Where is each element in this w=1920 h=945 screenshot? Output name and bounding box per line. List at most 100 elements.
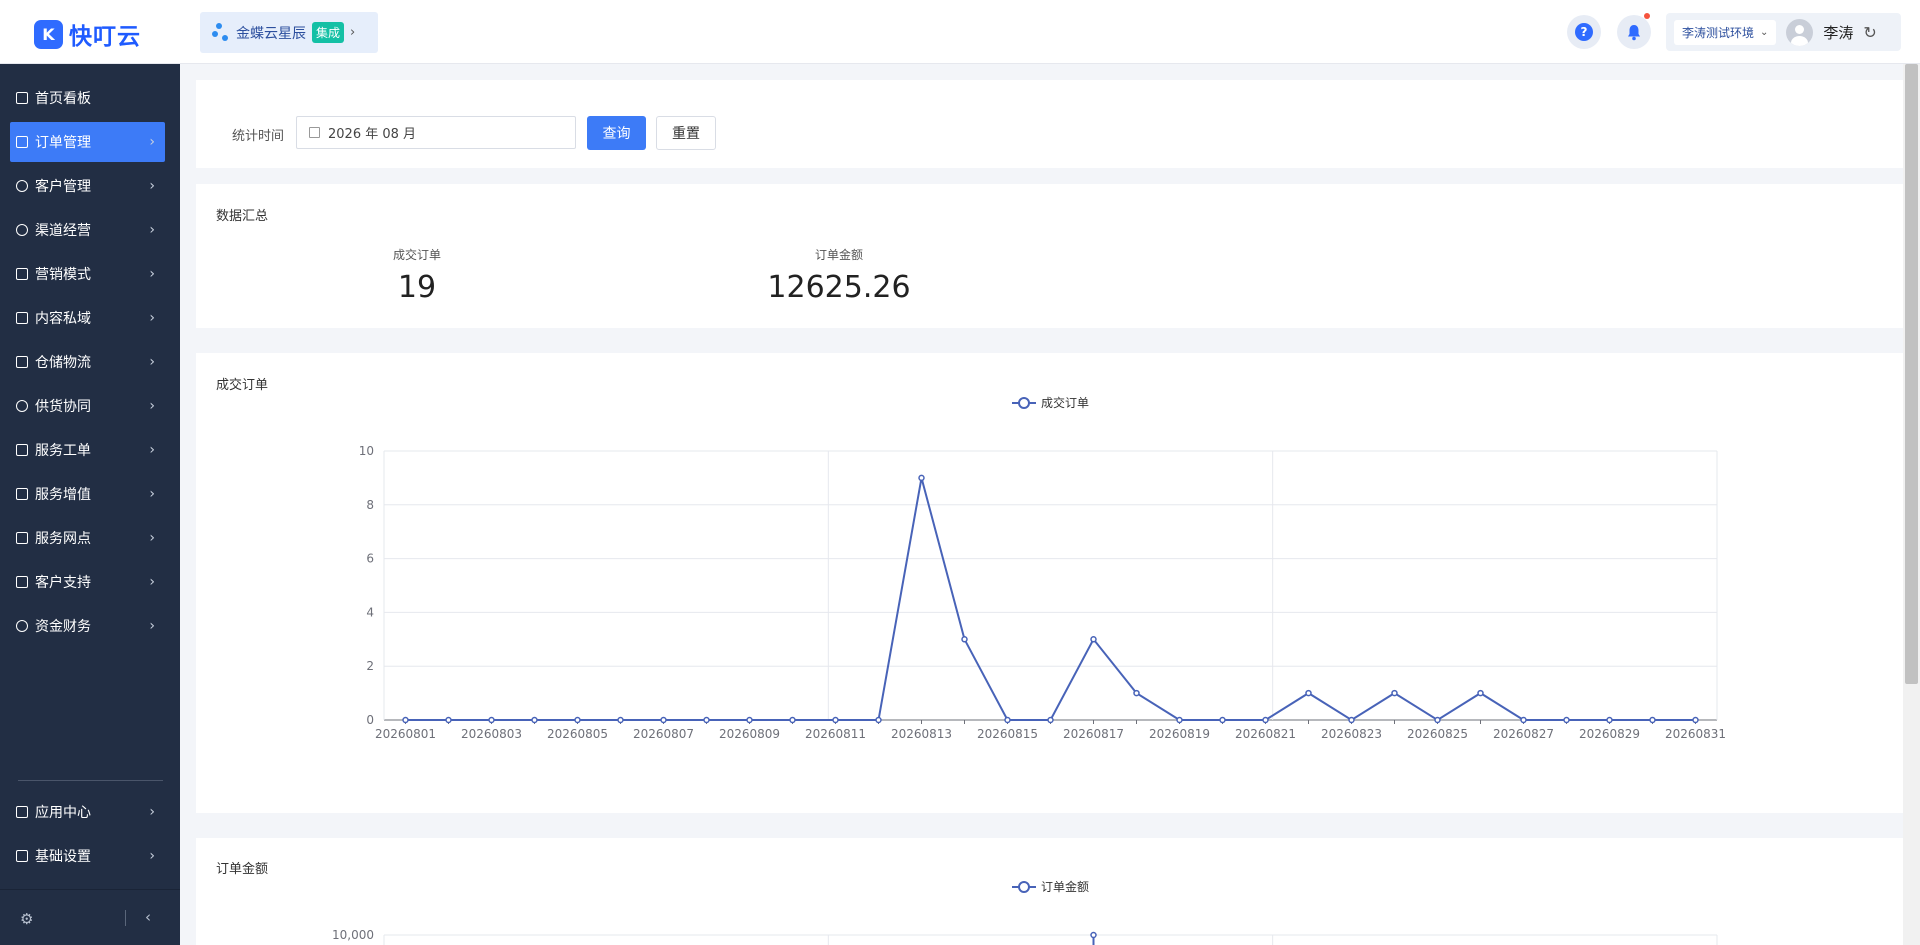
data-point	[1434, 716, 1441, 724]
chevron-right-icon: ›	[149, 848, 155, 864]
data-point	[1176, 716, 1183, 724]
environment-label: 李涛测试环境	[1682, 25, 1755, 40]
data-point	[961, 636, 968, 643]
collapse-sidebar-icon[interactable]: ‹	[145, 908, 151, 926]
data-point	[1219, 716, 1226, 724]
data-point	[1391, 689, 1398, 697]
data-point	[1692, 716, 1699, 724]
chevron-right-icon: ›	[149, 530, 155, 546]
y-tick-label: 10	[359, 444, 374, 458]
sidebar-item-dashboard[interactable]: 首页看板	[10, 78, 165, 118]
box-icon	[16, 356, 28, 368]
avatar[interactable]	[1786, 18, 1814, 46]
data-point	[1305, 689, 1312, 697]
y-tick-label: 8	[366, 498, 374, 512]
amount-chart-legend[interactable]: 订单金额	[1012, 878, 1089, 895]
gear-icon[interactable]: ⚙	[20, 910, 33, 928]
amount-line-chart: 10,000	[332, 928, 1718, 945]
sidebar-item-orders[interactable]: 订单管理 ›	[10, 122, 165, 162]
orders-chart-title: 成交订单	[216, 378, 269, 393]
data-point	[1133, 689, 1140, 697]
x-tick-label: 20260803	[461, 727, 522, 741]
chevron-right-icon: ›	[149, 266, 155, 282]
help-button[interactable]: ?	[1567, 15, 1601, 49]
x-tick-label: 20260823	[1321, 727, 1382, 741]
sidebar-item-label: 订单管理	[35, 135, 91, 151]
x-tick-label: 20260825	[1407, 727, 1468, 741]
sidebar-item-customers[interactable]: 客户管理 ›	[10, 166, 165, 206]
integration-badge: 集成	[312, 22, 345, 43]
data-point	[402, 716, 409, 724]
y-tick-label: 0	[366, 713, 374, 727]
chevron-right-icon: ›	[149, 222, 155, 238]
reset-button[interactable]: 重置	[656, 116, 716, 150]
bag-icon	[16, 488, 28, 500]
chevron-right-icon: ›	[149, 486, 155, 502]
sidebar: 首页看板 订单管理 › 客户管理 › 渠道经营 › 营销模式 › 内容私域 › …	[0, 64, 180, 945]
month-picker[interactable]: 2026 年 08 月	[296, 116, 576, 149]
query-button[interactable]: 查询	[587, 116, 646, 150]
data-point	[746, 716, 753, 724]
sidebar-item-support[interactable]: 客户支持 ›	[10, 562, 165, 602]
legend-label: 成交订单	[1041, 396, 1090, 410]
integration-name: 金蝶云星辰	[236, 25, 306, 42]
x-tick-label: 20260817	[1063, 727, 1124, 741]
x-tick-label: 20260811	[805, 727, 866, 741]
settings-icon	[16, 850, 28, 862]
amount-stat-value: 12625.26	[767, 270, 911, 305]
chevron-right-icon: ›	[350, 25, 356, 40]
y-tick-label: 10,000	[332, 928, 374, 942]
environment-select[interactable]: 李涛测试环境 ⌄	[1674, 19, 1777, 45]
top-header: K 快叮云 金蝶云星辰 集成 › ? 李涛测试环境 ⌄ 李涛 ↻	[0, 0, 1920, 64]
x-tick-label: 20260819	[1149, 727, 1210, 741]
app-logo[interactable]: K 快叮云	[34, 17, 141, 51]
logo-text: 快叮云	[69, 24, 141, 50]
chevron-right-icon: ›	[149, 398, 155, 414]
sidebar-item-finance[interactable]: 资金财务 ›	[10, 606, 165, 646]
sidebar-item-warehouse[interactable]: 仓储物流 ›	[10, 342, 165, 382]
user-panel: 李涛测试环境 ⌄ 李涛 ↻	[1666, 13, 1901, 51]
chevron-right-icon: ›	[149, 618, 155, 634]
x-tick-label: 20260827	[1493, 727, 1554, 741]
data-point	[832, 716, 839, 724]
sidebar-item-value-added[interactable]: 服务增值 ›	[10, 474, 165, 514]
image-icon	[16, 312, 28, 324]
sidebar-item-label: 服务增值	[35, 487, 91, 503]
sidebar-item-label: 客户支持	[35, 575, 91, 591]
notification-button[interactable]	[1617, 13, 1651, 49]
sidebar-item-channels[interactable]: 渠道经营 ›	[10, 210, 165, 250]
data-point	[1649, 716, 1656, 724]
filter-label: 统计时间	[232, 129, 285, 144]
chevron-right-icon: ›	[149, 354, 155, 370]
orders-line-chart: 0 2 4 6 8 10 20260801 20260803 20260805 20260807 2…	[359, 444, 1726, 741]
x-tick-label: 20260809	[719, 727, 780, 741]
sidebar-item-marketing[interactable]: 营销模式 ›	[10, 254, 165, 294]
scrollbar-thumb[interactable]	[1905, 64, 1918, 684]
summary-title: 数据汇总	[216, 209, 269, 224]
chevron-right-icon: ›	[149, 574, 155, 590]
refresh-icon[interactable]: ↻	[1863, 23, 1876, 42]
data-point	[1477, 689, 1484, 697]
sidebar-item-content[interactable]: 内容私域 ›	[10, 298, 165, 338]
help-icon: ?	[1575, 23, 1593, 41]
logo-mark-icon: K	[34, 19, 63, 49]
sidebar-item-basic-settings[interactable]: 基础设置 ›	[10, 836, 165, 876]
sidebar-item-label: 客户管理	[35, 179, 91, 195]
sidebar-item-label: 服务工单	[35, 443, 91, 459]
x-tick-label: 20260813	[891, 727, 952, 741]
sidebar-item-service-tickets[interactable]: 服务工单 ›	[10, 430, 165, 470]
x-tick-label: 20260815	[977, 727, 1038, 741]
sidebar-divider	[18, 780, 163, 781]
calendar-icon	[309, 127, 320, 138]
cube-icon	[16, 806, 28, 818]
sidebar-item-service-outlets[interactable]: 服务网点 ›	[10, 518, 165, 558]
sidebar-item-supply[interactable]: 供货协同 ›	[10, 386, 165, 426]
username[interactable]: 李涛	[1823, 22, 1853, 43]
sidebar-item-app-center[interactable]: 应用中心 ›	[10, 792, 165, 832]
y-tick-label: 6	[366, 552, 374, 566]
orders-chart-legend[interactable]: 成交订单	[1012, 394, 1089, 411]
data-point	[703, 716, 710, 724]
integration-switcher[interactable]: 金蝶云星辰 集成 ›	[200, 12, 378, 53]
sidebar-item-label: 供货协同	[35, 399, 91, 415]
x-tick-label: 20260829	[1579, 727, 1640, 741]
